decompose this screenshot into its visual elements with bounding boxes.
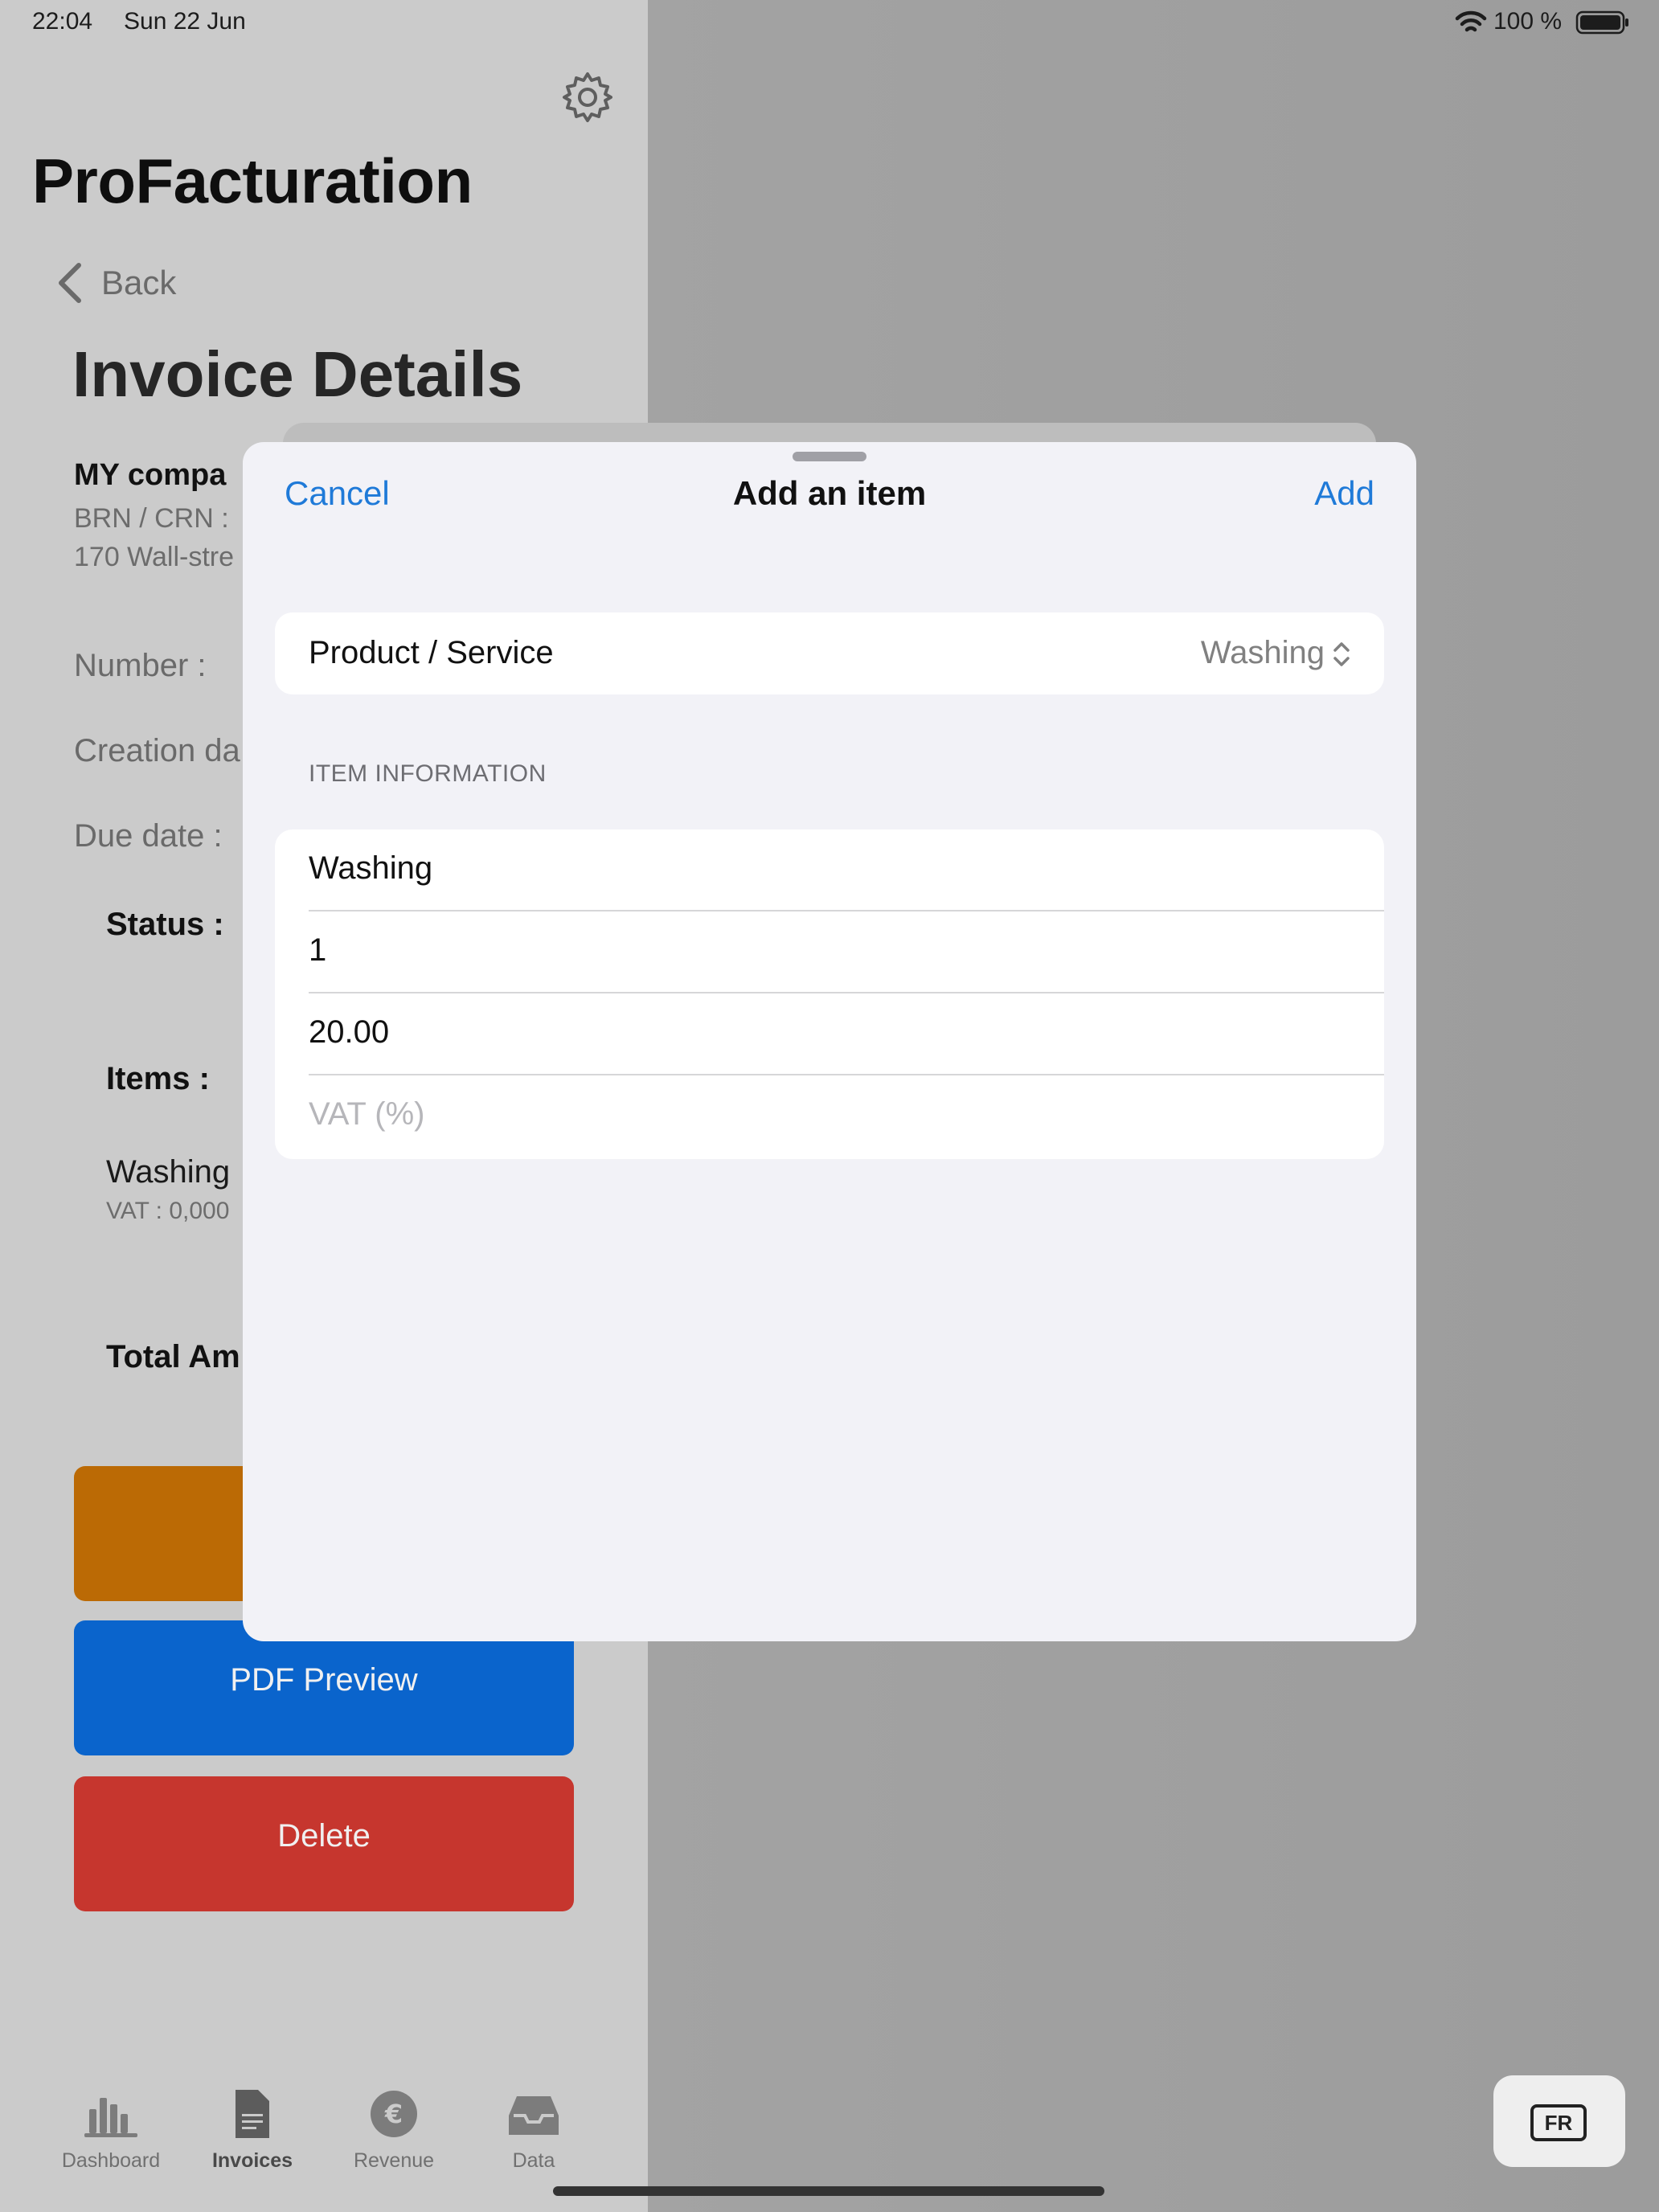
company-brn: BRN / CRN : bbox=[74, 503, 229, 534]
vat-field[interactable]: VAT (%) bbox=[275, 1075, 1384, 1157]
product-service-picker[interactable]: Product / Service Washing bbox=[275, 612, 1384, 694]
euro-icon: € bbox=[371, 2091, 417, 2137]
tab-label: Data bbox=[512, 2149, 555, 2172]
battery-icon bbox=[1575, 10, 1628, 35]
add-item-sheet: Add an item Cancel Add Product / Service… bbox=[243, 442, 1416, 1641]
item-name-value[interactable]: Washing bbox=[309, 850, 432, 887]
vat-placeholder[interactable]: VAT (%) bbox=[309, 1096, 424, 1133]
tab-label: Revenue bbox=[353, 2149, 435, 2172]
quantity-field[interactable]: 1 bbox=[275, 911, 1384, 993]
svg-text:€: € bbox=[384, 2099, 403, 2129]
delete-button[interactable]: Delete bbox=[74, 1776, 574, 1911]
price-value[interactable]: 20.00 bbox=[309, 1014, 389, 1051]
price-field[interactable]: 20.00 bbox=[275, 993, 1384, 1075]
sheet-grabber[interactable] bbox=[793, 452, 866, 461]
chevron-up-down-icon bbox=[1333, 642, 1350, 666]
tab-label: Invoices bbox=[211, 2149, 293, 2172]
cancel-button[interactable]: Cancel bbox=[285, 474, 390, 513]
settings-gear-icon[interactable] bbox=[559, 69, 616, 125]
wifi-icon bbox=[1455, 10, 1487, 32]
back-button[interactable]: Back bbox=[101, 264, 176, 302]
language-toggle-button[interactable]: FR bbox=[1493, 2075, 1625, 2167]
product-service-value[interactable]: Washing bbox=[1201, 635, 1325, 671]
battery-percentage: 100 % bbox=[1493, 8, 1563, 35]
product-service-label: Product / Service bbox=[309, 635, 554, 670]
chart-bar-icon bbox=[84, 2098, 137, 2137]
status-date: Sun 22 Jun bbox=[124, 8, 246, 35]
keyboard-language-icon: FR bbox=[1530, 2104, 1587, 2141]
items-label: Items : bbox=[106, 1061, 210, 1096]
sheet-title: Add an item bbox=[732, 474, 927, 512]
tab-data[interactable]: Data bbox=[469, 2088, 598, 2173]
number-label: Number : bbox=[74, 648, 207, 683]
status-label: Status : bbox=[106, 907, 224, 942]
item-information-header: ITEM INFORMATION bbox=[309, 760, 547, 787]
tab-dashboard[interactable]: Dashboard bbox=[47, 2088, 175, 2173]
company-address: 170 Wall-stre bbox=[74, 542, 235, 572]
item-name-field[interactable]: Washing bbox=[275, 830, 1384, 911]
tab-revenue[interactable]: € Revenue bbox=[330, 2088, 458, 2173]
total-amount-label: Total Am bbox=[106, 1339, 240, 1374]
company-name: MY compa bbox=[74, 458, 227, 492]
back-chevron-icon[interactable] bbox=[55, 262, 85, 304]
invoice-item-name[interactable]: Washing bbox=[106, 1154, 230, 1190]
document-icon bbox=[236, 2090, 269, 2138]
due-date-label: Due date : bbox=[74, 818, 223, 854]
tray-icon bbox=[509, 2096, 559, 2135]
item-information-card: Washing 1 20.00 VAT (%) bbox=[275, 830, 1384, 1159]
tab-invoices[interactable]: Invoices bbox=[188, 2088, 317, 2173]
tab-label: Dashboard bbox=[61, 2149, 161, 2172]
quantity-value[interactable]: 1 bbox=[309, 932, 326, 969]
add-button[interactable]: Add bbox=[1314, 474, 1374, 513]
creation-date-label: Creation da bbox=[74, 733, 240, 768]
app-title: ProFacturation bbox=[32, 145, 473, 216]
invoice-item-vat: VAT : 0,000 bbox=[106, 1198, 230, 1224]
status-time: 22:04 bbox=[32, 8, 93, 35]
home-indicator bbox=[553, 2186, 1104, 2196]
page-title: Invoice Details bbox=[72, 338, 523, 410]
